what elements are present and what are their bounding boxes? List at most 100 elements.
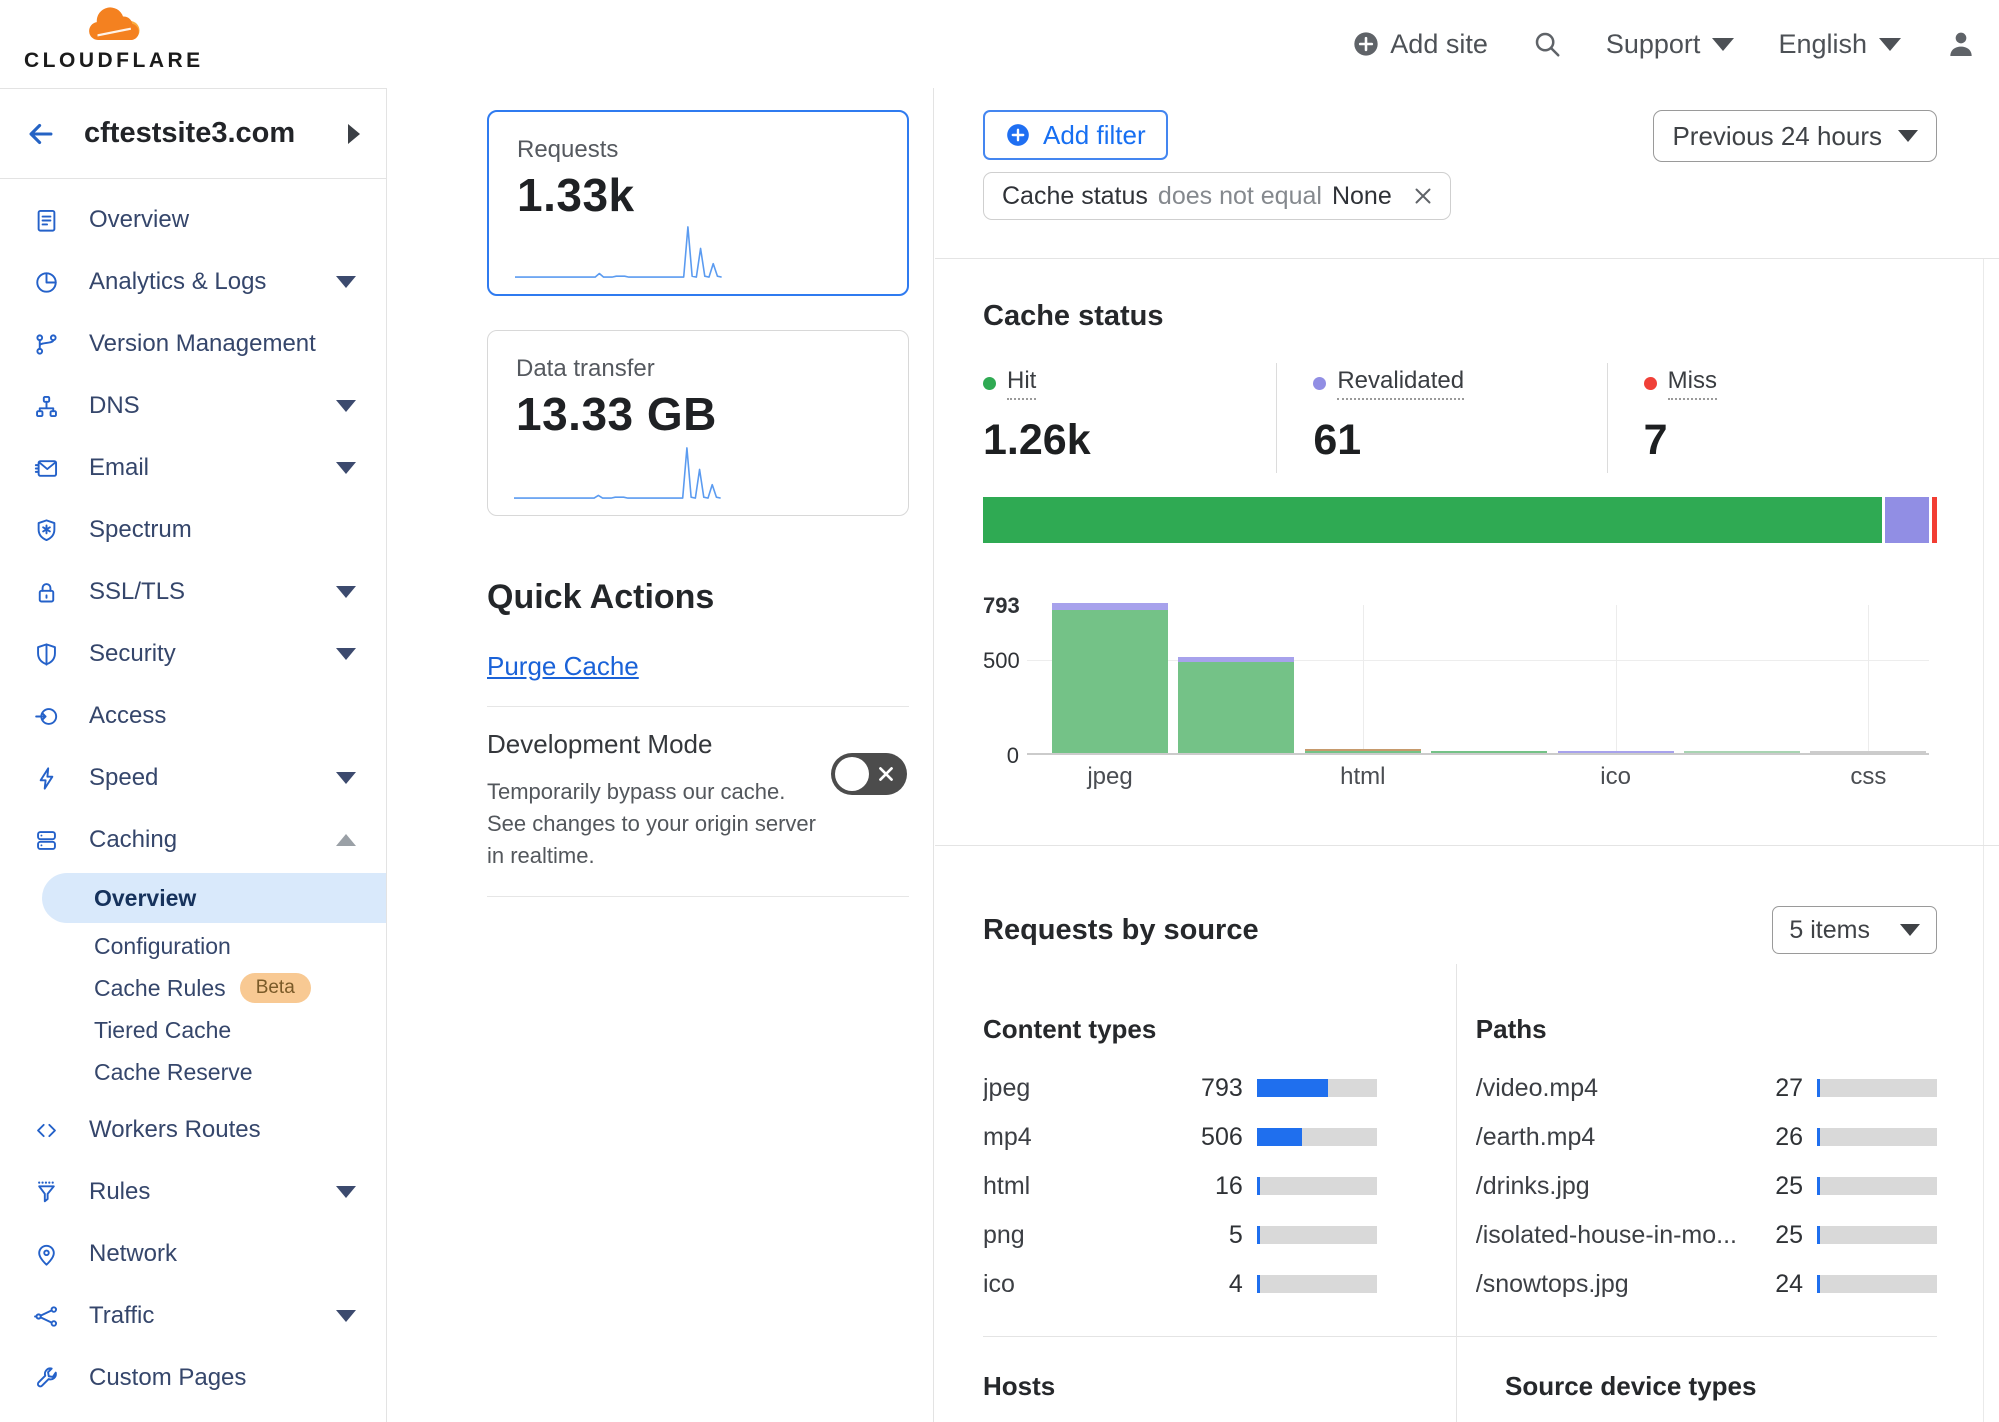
sidebar-item-label: Access <box>89 702 166 730</box>
sidebar-item-dns[interactable]: DNS <box>0 375 386 437</box>
data-transfer-card[interactable]: Data transfer 13.33 GB <box>487 330 909 516</box>
row-bar-track <box>1817 1275 1937 1293</box>
filter-bar: Add filter Previous 24 hours <box>983 110 1937 160</box>
y-axis-label: 793 <box>983 593 1019 619</box>
sidebar-subitem-cache-reserve[interactable]: Cache Reserve <box>42 1051 386 1093</box>
search-icon[interactable] <box>1532 29 1562 59</box>
table-row: jpeg 793 <box>983 1075 1377 1101</box>
sidebar-item-access[interactable]: Access <box>0 685 386 747</box>
source-device-types-header: Source device types <box>1505 1371 1937 1402</box>
stat-value: 1.26k <box>983 416 1276 465</box>
cloudflare-cloud-icon <box>84 6 184 51</box>
stat-value: 7 <box>1644 416 1937 465</box>
sidebar-item-rules[interactable]: Rules <box>0 1161 386 1223</box>
sidebar-item-email[interactable]: Email <box>0 437 386 499</box>
hosts-header: Hosts <box>983 1371 1406 1402</box>
sidebar-subitem-label: Tiered Cache <box>94 1017 231 1044</box>
add-filter-button[interactable]: Add filter <box>983 110 1168 160</box>
row-bar-fill <box>1817 1275 1820 1293</box>
table-row: /video.mp4 27 <box>1476 1075 1937 1101</box>
items-count-select[interactable]: 5 items <box>1772 906 1937 954</box>
back-arrow-icon[interactable] <box>24 117 58 151</box>
chevron-down-icon <box>336 1310 356 1322</box>
chart-bar-jpeg <box>1052 603 1168 753</box>
sidebar-item-spectrum[interactable]: Spectrum <box>0 499 386 561</box>
sidebar-item-label: Caching <box>89 826 177 854</box>
sidebar-item-network[interactable]: Network <box>0 1223 386 1285</box>
bar-segment-hit <box>1052 610 1168 753</box>
requests-by-source-title: Requests by source <box>983 914 1259 947</box>
cloudflare-logo[interactable]: CLOUDFLARE <box>24 6 184 73</box>
site-header: cftestsite3.com <box>0 89 386 179</box>
row-bar-track <box>1817 1177 1937 1195</box>
sidebar-item-security[interactable]: Security <box>0 623 386 685</box>
sidebar-item-analytics-logs[interactable]: Analytics & Logs <box>0 251 386 313</box>
bar-segment-other <box>1810 751 1926 753</box>
shield-asterisk-icon <box>33 516 61 544</box>
source-device-types-table: Source device types Desktop 1.33k <box>1456 1371 1937 1422</box>
purge-cache-link[interactable]: Purge Cache <box>487 651 639 682</box>
sidebar-item-label: Speed <box>89 764 158 792</box>
requests-card[interactable]: Requests 1.33k <box>487 110 909 296</box>
sidebar-subitem-cache-rules[interactable]: Cache RulesBeta <box>42 967 386 1009</box>
envelope-icon <box>33 454 61 482</box>
stat-label[interactable]: Revalidated <box>1313 367 1464 400</box>
row-bar-track <box>1817 1128 1937 1146</box>
row-divider <box>983 1336 1937 1337</box>
cache-status-title: Cache status <box>983 300 1937 333</box>
cache-status-bar-chart: jpeghtmlicocss7935000 <box>983 579 1937 789</box>
chart-bar-ico <box>1558 751 1674 753</box>
support-menu[interactable]: Support <box>1606 29 1735 60</box>
row-label: /video.mp4 <box>1476 1074 1737 1103</box>
row-label: /isolated-house-in-mo... <box>1476 1221 1737 1250</box>
sidebar-item-custom-pages[interactable]: Custom Pages <box>0 1347 386 1409</box>
add-site-button[interactable]: Add site <box>1352 29 1488 60</box>
sidebar-item-caching[interactable]: Caching <box>0 809 386 871</box>
chart-bar-png <box>1431 751 1547 753</box>
data-transfer-card-value: 13.33 GB <box>516 387 880 441</box>
shield-icon <box>33 640 61 668</box>
development-mode-toggle[interactable] <box>831 753 907 795</box>
top-header: CLOUDFLARE Add site Support English <box>0 0 1999 88</box>
sidebar-subitem-tiered-cache[interactable]: Tiered Cache <box>42 1009 386 1051</box>
sidebar-item-label: Network <box>89 1240 177 1268</box>
sidebar-nav: OverviewAnalytics & LogsVersion Manageme… <box>0 189 386 1409</box>
toggle-off-x-icon <box>876 764 896 784</box>
sidebar-item-label: Workers Routes <box>89 1116 261 1144</box>
sidebar-item-version-management[interactable]: Version Management <box>0 313 386 375</box>
divider <box>487 896 909 897</box>
divider <box>487 706 909 707</box>
table-row: /drinks.jpg 25 <box>1476 1173 1937 1199</box>
row-bar-track <box>1817 1226 1937 1244</box>
sidebar-subitem-configuration[interactable]: Configuration <box>42 925 386 967</box>
remove-filter-icon[interactable] <box>1410 183 1436 209</box>
cloudflare-dashboard: CLOUDFLARE Add site Support English <box>0 0 1999 1422</box>
stat-label[interactable]: Miss <box>1644 367 1717 400</box>
chevron-down-icon <box>336 276 356 288</box>
row-bar-fill <box>1257 1079 1329 1097</box>
content-types-header: Content types <box>983 1014 1377 1045</box>
sidebar-item-speed[interactable]: Speed <box>0 747 386 809</box>
section-divider <box>935 845 1999 846</box>
chevron-right-icon[interactable] <box>348 124 360 144</box>
stat-value: 61 <box>1313 416 1606 465</box>
sidebar-item-workers-routes[interactable]: Workers Routes <box>0 1099 386 1161</box>
plus-circle-icon <box>1005 122 1031 148</box>
row-bar-fill <box>1257 1177 1260 1195</box>
row-bar-fill <box>1257 1226 1260 1244</box>
user-account-icon[interactable] <box>1945 28 1977 60</box>
sidebar-subitem-overview[interactable]: Overview <box>42 873 386 923</box>
language-menu[interactable]: English <box>1778 29 1901 60</box>
row-value: 25 <box>1737 1221 1803 1250</box>
data-transfer-sparkline <box>514 441 721 503</box>
time-range-select[interactable]: Previous 24 hours <box>1653 110 1937 162</box>
stat-label[interactable]: Hit <box>983 367 1036 400</box>
sidebar-item-label: Custom Pages <box>89 1364 246 1392</box>
sidebar-item-ssl-tls[interactable]: SSL/TLS <box>0 561 386 623</box>
share-route-icon <box>33 1302 61 1330</box>
sidebar-item-traffic[interactable]: Traffic <box>0 1285 386 1347</box>
row-value: 793 <box>1177 1074 1243 1103</box>
bar-segment-hit <box>1305 751 1421 753</box>
sidebar-item-overview[interactable]: Overview <box>0 189 386 251</box>
row-bar-fill <box>1257 1275 1260 1293</box>
